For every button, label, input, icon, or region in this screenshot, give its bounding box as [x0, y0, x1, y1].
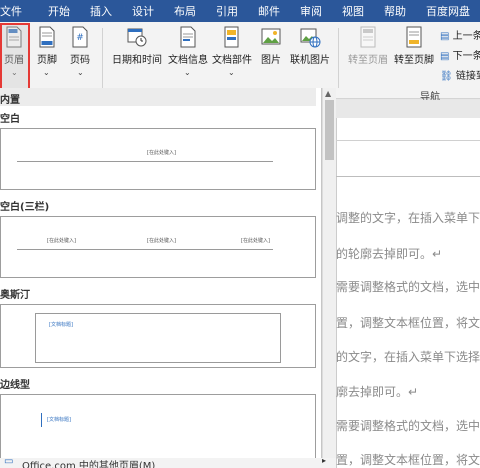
document-parts-icon [224, 26, 239, 48]
page-number-button-label: 页码 [70, 55, 90, 66]
document-line: 需要调整格式的文档，选中需 [336, 419, 480, 433]
chevron-down-icon: ⌄ [77, 68, 84, 77]
chevron-down-icon: ⌄ [43, 68, 50, 77]
sideline-bar [41, 413, 42, 427]
document-line: 需要调整格式的文档，选中需 [336, 280, 480, 294]
placeholder-text: [在此处键入] [147, 238, 176, 244]
picture-button[interactable]: 图片 [257, 26, 285, 66]
gallery-scrollbar[interactable]: ▲ [322, 88, 336, 460]
placeholder-text: [在此处键入] [241, 238, 270, 244]
online-pictures-label: 联机图片 [290, 55, 330, 66]
goto-header-button[interactable]: 转至页眉 [344, 26, 392, 66]
picture-icon [261, 28, 281, 45]
document-info-button[interactable]: 文档信息 [166, 26, 210, 66]
link-to-previous-label: 链接到 [455, 71, 480, 82]
header-rule [17, 249, 273, 250]
link-to-previous-button[interactable]: ⛓ 链接到 [440, 67, 480, 82]
office-online-icon: ▭ [4, 458, 14, 467]
previous-icon: ▤ [440, 31, 450, 42]
link-icon: ⛓ [440, 71, 453, 82]
tab-insert[interactable]: 插入 [90, 3, 112, 19]
chevron-right-icon: ▸ [322, 458, 327, 465]
header-button-highlight [0, 23, 30, 90]
gallery-item-title: 空白(三栏) [0, 202, 50, 213]
header-option-sideline[interactable]: [文档标题] [0, 394, 316, 460]
footer-button[interactable]: 页脚 [33, 26, 61, 66]
svg-text:#: # [76, 33, 84, 43]
tab-layout[interactable]: 布局 [174, 3, 196, 19]
placeholder-text: [在此处键入] [147, 150, 176, 156]
document-line: 置，调整文本框位置，将文本 [336, 453, 480, 467]
gallery-item-title: 空白 [0, 114, 20, 125]
next-icon: ▤ [440, 51, 450, 62]
header-option-austin[interactable]: [文档标题] [0, 304, 316, 368]
tab-references[interactable]: 引用 [216, 3, 238, 19]
goto-footer-icon [406, 26, 422, 48]
tab-design[interactable]: 设计 [132, 3, 154, 19]
chevron-down-icon: ⌄ [228, 68, 235, 77]
gallery-footer: ▭ Office.com 中的其他页眉(M) ▸ [0, 458, 336, 468]
tab-view[interactable]: 视图 [342, 3, 364, 19]
document-info-icon [180, 26, 196, 48]
ribbon-tab-bar: 文件 开始 插入 设计 布局 引用 邮件 审阅 视图 帮助 百度网盘 [0, 0, 480, 22]
tab-help[interactable]: 帮助 [384, 3, 406, 19]
document-line: 的轮廓去掉即可。↵ [336, 247, 443, 261]
page-number-icon: # [72, 26, 88, 48]
calendar-clock-icon [127, 28, 147, 47]
header-option-blank-three-column[interactable]: [在此处键入] [在此处键入] [在此处键入] [0, 216, 316, 278]
header-gallery: 内置 空白 [在此处键入] 空白(三栏) [在此处键入] [在此处键入] [在此… [0, 88, 322, 460]
document-line: 的文字，在插入菜单下选择文 [336, 350, 480, 364]
builtin-section-header: 内置 [0, 88, 316, 106]
chevron-down-icon: ⌄ [184, 68, 191, 77]
document-parts-label: 文档部件 [212, 55, 252, 66]
document-line: 置，调整文本框位置，将文本 [336, 316, 480, 330]
scrollbar-thumb[interactable] [325, 100, 334, 160]
goto-header-icon [360, 26, 376, 48]
group-divider [338, 28, 339, 88]
goto-footer-label: 转至页脚 [394, 55, 434, 66]
date-time-label: 日期和时间 [112, 55, 162, 66]
previous-label: 上一条 [452, 31, 480, 42]
page-number-button[interactable]: # 页码 [66, 26, 94, 66]
document-line: 廓去掉即可。↵ [336, 385, 419, 399]
next-section-button[interactable]: ▤ 下一条 [440, 47, 480, 62]
word-window: 文件 开始 插入 设计 布局 引用 邮件 审阅 视图 帮助 百度网盘 页眉 ⌄ [0, 0, 480, 468]
placeholder-text: [在此处键入] [47, 238, 76, 244]
more-headers-link[interactable]: Office.com 中的其他页眉(M) [22, 458, 155, 468]
gallery-item-title: 奥斯汀 [0, 290, 30, 301]
tab-review[interactable]: 审阅 [300, 3, 322, 19]
tab-file[interactable]: 文件 [0, 3, 22, 19]
tab-baidu-netdisk[interactable]: 百度网盘 [426, 3, 470, 19]
scroll-up-icon[interactable]: ▲ [325, 89, 331, 98]
page-header-boundary [336, 140, 480, 141]
group-divider [102, 28, 103, 88]
goto-footer-button[interactable]: 转至页脚 [392, 26, 436, 66]
next-label: 下一条 [452, 51, 480, 62]
online-pictures-button[interactable]: 联机图片 [287, 26, 333, 66]
picture-label: 图片 [261, 55, 281, 66]
header-rule [17, 161, 273, 162]
document-info-label: 文档信息 [168, 55, 208, 66]
footer-button-label: 页脚 [37, 55, 57, 66]
online-picture-icon [300, 28, 321, 48]
previous-section-button[interactable]: ▤ 上一条 [440, 27, 480, 42]
tab-mailings[interactable]: 邮件 [258, 3, 280, 19]
page-header-line [336, 176, 480, 177]
footer-icon [39, 26, 55, 48]
header-option-blank[interactable]: [在此处键入] [0, 128, 316, 190]
gallery-item-title: 边线型 [0, 380, 30, 391]
tab-home[interactable]: 开始 [48, 3, 70, 19]
date-time-button[interactable]: 日期和时间 [110, 26, 164, 66]
document-line: 调整的文字，在插入菜单下选 [336, 211, 480, 225]
placeholder-text: [文档标题] [49, 322, 73, 328]
document-parts-button[interactable]: 文档部件 [210, 26, 254, 66]
goto-header-label: 转至页眉 [348, 55, 388, 66]
placeholder-text: [文档标题] [47, 417, 71, 423]
